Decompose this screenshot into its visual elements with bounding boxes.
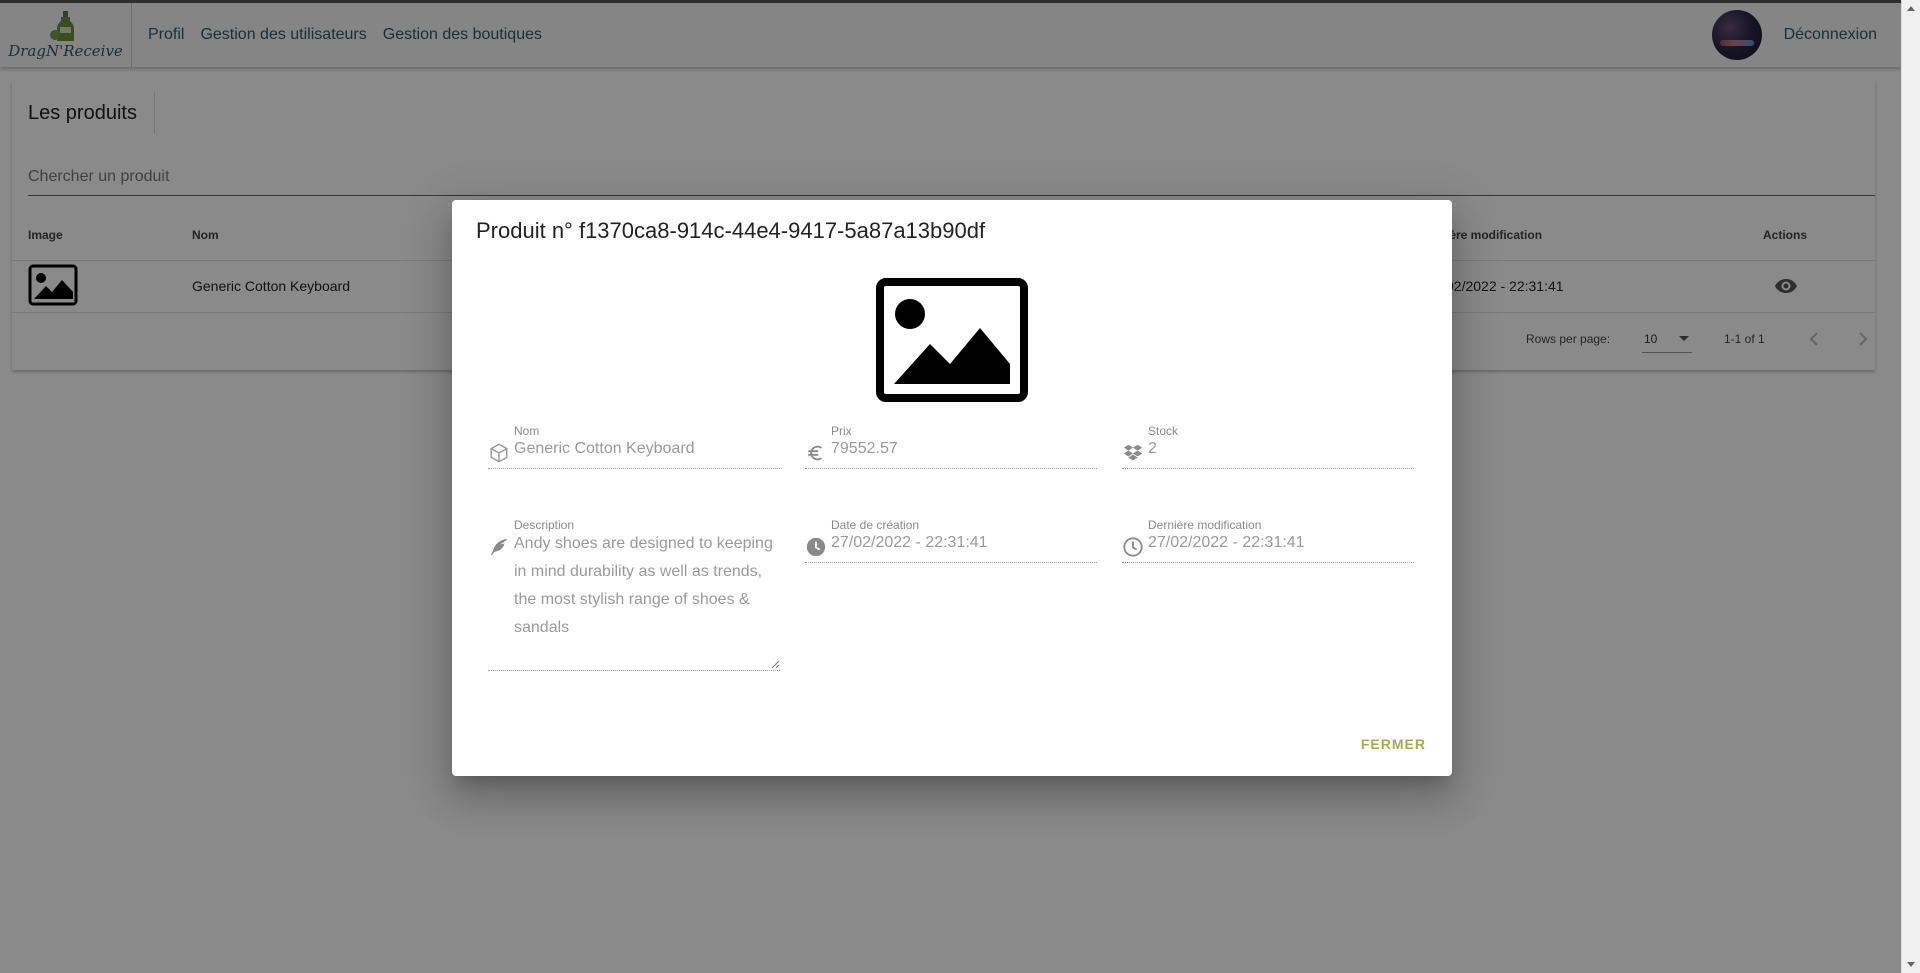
field-description-value: Andy shoes are designed to keeping in mi… [514,535,773,636]
field-modified[interactable]: Dernière modification 27/02/2022 - 22:31… [1122,518,1414,564]
field-name-label: Nom [514,424,540,438]
field-name-value: Generic Cotton Keyboard [514,440,695,457]
cube-icon [490,443,508,463]
field-stock-value: 2 [1148,440,1157,457]
feather-icon [490,538,508,556]
field-price-underline [805,468,1097,469]
field-price-label: Prix [831,424,852,438]
field-price-value: 79552.57 [831,440,898,457]
field-stock-label: Stock [1148,424,1179,438]
field-modified-underline [1122,562,1414,563]
product-dialog: Produit n° f1370ca8-914c-44e4-9417-5a87a… [452,200,1452,776]
field-price[interactable]: Prix 79552.57 [805,424,1097,470]
field-created-underline [805,562,1097,563]
scroll-down-icon[interactable] [1907,962,1915,967]
field-description[interactable]: Description Andy shoes are designed to k… [488,518,780,672]
clock-filled-icon [806,537,826,557]
clock-outline-icon [1123,537,1143,557]
field-modified-value: 27/02/2022 - 22:31:41 [1148,534,1305,551]
field-description-underline [488,670,780,671]
scroll-up-icon[interactable] [1907,6,1915,11]
dropbox-icon [1123,444,1143,461]
product-image-placeholder-icon [876,278,1028,402]
field-stock[interactable]: Stock 2 [1122,424,1414,470]
resize-handle-icon[interactable] [770,659,780,669]
close-button[interactable]: FERMER [1359,730,1428,758]
field-name-underline [488,468,780,469]
scrollbar[interactable] [1901,0,1920,973]
field-stock-underline [1122,468,1414,469]
field-name[interactable]: Nom Generic Cotton Keyboard [488,424,780,470]
euro-icon [808,445,823,461]
field-created-value: 27/02/2022 - 22:31:41 [831,534,988,551]
dialog-title: Produit n° f1370ca8-914c-44e4-9417-5a87a… [476,218,986,243]
field-created[interactable]: Date de création 27/02/2022 - 22:31:41 [805,518,1097,564]
field-modified-label: Dernière modification [1148,518,1262,532]
field-created-label: Date de création [831,518,920,532]
